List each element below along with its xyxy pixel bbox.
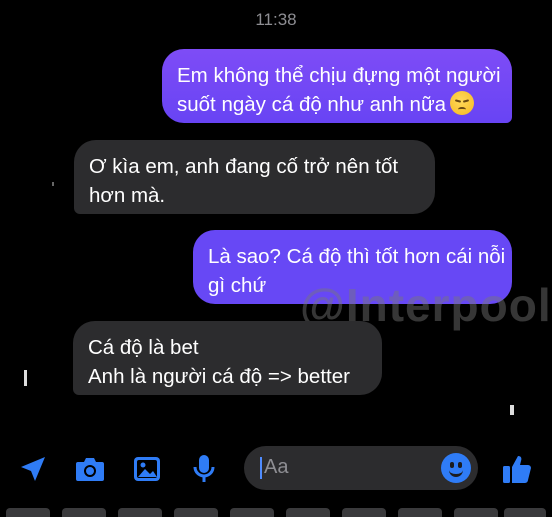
artifact bbox=[24, 370, 27, 386]
message-input[interactable]: Aa bbox=[244, 446, 478, 490]
keyboard-key bbox=[6, 508, 50, 517]
keyboard-key bbox=[62, 508, 106, 517]
timestamp: 11:38 bbox=[255, 10, 297, 29]
message-line-text: suốt ngày cá độ như anh nữa bbox=[177, 93, 447, 116]
message-line-with-emoji: suốt ngày cá độ như anh nữa bbox=[177, 90, 498, 119]
message-line: Em không thể chịu đựng một người bbox=[177, 64, 501, 87]
message-line: Anh là người cá độ => better bbox=[88, 365, 350, 388]
message-line: hơn mà. bbox=[89, 184, 166, 207]
artifact bbox=[52, 182, 54, 186]
keyboard-key bbox=[504, 508, 546, 517]
message-line: Ơ kìa em, anh đang cố trở nên tốt bbox=[89, 155, 399, 178]
message-line: Cá độ là bet bbox=[88, 336, 199, 359]
message-line: Là sao? Cá độ thì tốt hơn cái nỗi bbox=[208, 245, 506, 268]
keyboard-key bbox=[398, 508, 442, 517]
message-incoming[interactable]: Cá độ là bet Anh là người cá độ => bette… bbox=[73, 321, 382, 395]
keyboard-key bbox=[342, 508, 386, 517]
camera-icon[interactable] bbox=[74, 453, 106, 485]
like-icon[interactable] bbox=[501, 453, 533, 485]
emoji-icon[interactable] bbox=[441, 453, 471, 483]
keyboard-key bbox=[454, 508, 498, 517]
message-outgoing[interactable]: Em không thể chịu đựng một người suốt ng… bbox=[162, 49, 512, 123]
microphone-icon[interactable] bbox=[188, 453, 220, 485]
message-incoming[interactable]: Ơ kìa em, anh đang cố trở nên tốt hơn mà… bbox=[74, 140, 435, 214]
send-location-icon[interactable] bbox=[17, 453, 49, 485]
keyboard-key bbox=[230, 508, 274, 517]
disappointed-face-emoji-icon bbox=[450, 91, 475, 115]
keyboard-key bbox=[286, 508, 330, 517]
keyboard-key bbox=[174, 508, 218, 517]
artifact bbox=[510, 405, 514, 415]
photo-icon[interactable] bbox=[131, 453, 163, 485]
message-input-placeholder: Aa bbox=[264, 456, 289, 478]
keyboard-key bbox=[118, 508, 162, 517]
text-caret bbox=[260, 457, 262, 479]
